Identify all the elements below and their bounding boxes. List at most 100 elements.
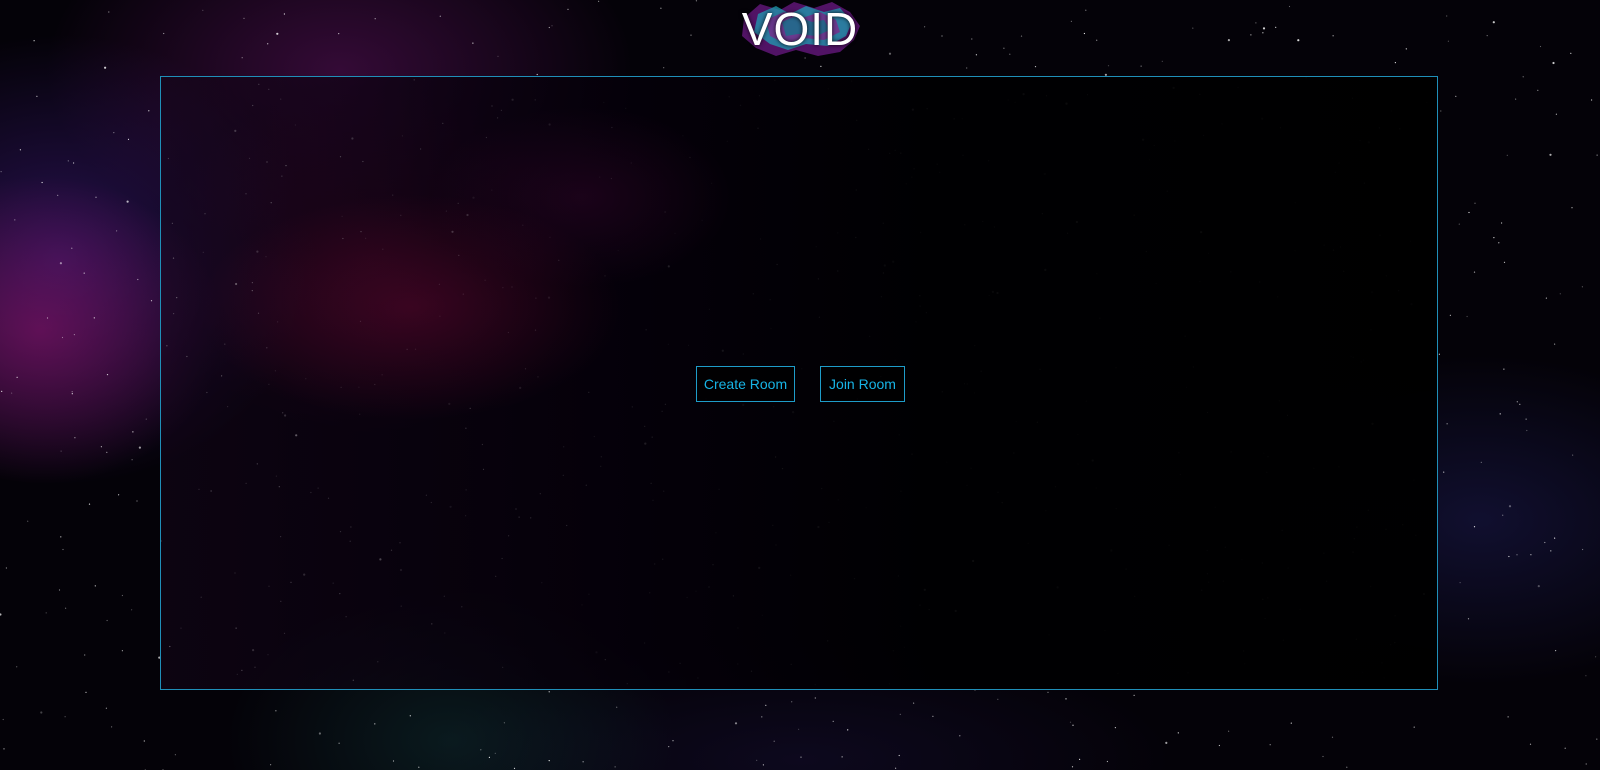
star (93, 317, 95, 319)
star (582, 761, 584, 763)
join-room-button[interactable]: Join Room (820, 366, 905, 402)
star (71, 391, 73, 393)
star (1262, 27, 1266, 30)
star (150, 300, 153, 302)
star (1506, 154, 1508, 156)
star (1596, 154, 1598, 156)
star (1539, 45, 1542, 48)
star (997, 698, 999, 700)
star (1034, 66, 1037, 68)
star (1443, 471, 1445, 473)
star (59, 262, 63, 265)
star (121, 594, 123, 597)
star (1525, 418, 1527, 420)
star (1503, 368, 1505, 370)
star (1466, 315, 1468, 318)
star (121, 650, 123, 652)
star (1492, 21, 1495, 24)
star (1107, 65, 1110, 67)
star (1501, 222, 1503, 224)
star (1003, 47, 1005, 49)
star (1083, 32, 1085, 35)
star (513, 767, 516, 770)
star (791, 701, 793, 703)
star (1413, 726, 1415, 728)
star (1572, 454, 1574, 456)
star (1446, 423, 1448, 425)
star (841, 756, 843, 758)
star (57, 194, 59, 196)
star (0, 171, 2, 173)
star (913, 702, 915, 704)
star (118, 494, 120, 496)
star (1474, 202, 1476, 204)
star (1515, 98, 1517, 100)
star (1192, 27, 1194, 29)
star (1486, 35, 1488, 37)
star (418, 766, 420, 768)
star (1473, 526, 1476, 528)
star (136, 500, 138, 502)
star (145, 418, 147, 420)
star (941, 35, 943, 37)
star (1290, 722, 1292, 724)
star (1555, 650, 1557, 652)
star (734, 722, 738, 725)
star (1554, 343, 1556, 345)
star (1079, 758, 1081, 761)
star (1480, 461, 1482, 463)
star (1550, 550, 1552, 552)
star (820, 65, 822, 67)
star (895, 767, 897, 769)
star (1438, 353, 1440, 355)
star (1047, 691, 1049, 693)
star (1106, 760, 1108, 763)
star (105, 707, 107, 709)
star (126, 200, 129, 203)
create-room-button[interactable]: Create Room (696, 366, 795, 402)
star (64, 716, 66, 718)
star (536, 73, 538, 76)
star (932, 715, 934, 717)
star (106, 619, 108, 622)
star (1508, 555, 1510, 558)
star (1498, 242, 1500, 244)
star (888, 52, 892, 55)
star (88, 503, 91, 505)
star (116, 230, 118, 232)
star (71, 393, 73, 395)
star (41, 181, 43, 184)
star (16, 376, 18, 378)
star (71, 247, 73, 249)
star (1530, 554, 1532, 556)
star (1250, 34, 1252, 36)
star (275, 710, 277, 712)
star (1595, 656, 1597, 658)
star (480, 749, 482, 751)
star (847, 729, 849, 731)
star (104, 66, 107, 69)
star (202, 9, 204, 11)
star (924, 26, 926, 28)
star (36, 95, 38, 97)
star (1493, 237, 1495, 239)
star (1585, 675, 1587, 677)
star (1133, 694, 1135, 697)
star (1072, 724, 1074, 726)
star (668, 746, 670, 748)
star (800, 756, 802, 758)
star (663, 67, 665, 69)
star (1071, 766, 1074, 768)
star (1269, 744, 1271, 746)
star (1346, 766, 1348, 768)
star (1591, 99, 1593, 101)
star (1581, 286, 1583, 288)
star (131, 609, 133, 611)
star (1177, 732, 1179, 734)
star (65, 607, 67, 609)
star (1516, 401, 1518, 403)
star (3, 748, 5, 750)
star (61, 336, 64, 339)
star (45, 612, 47, 614)
star (1085, 9, 1087, 11)
